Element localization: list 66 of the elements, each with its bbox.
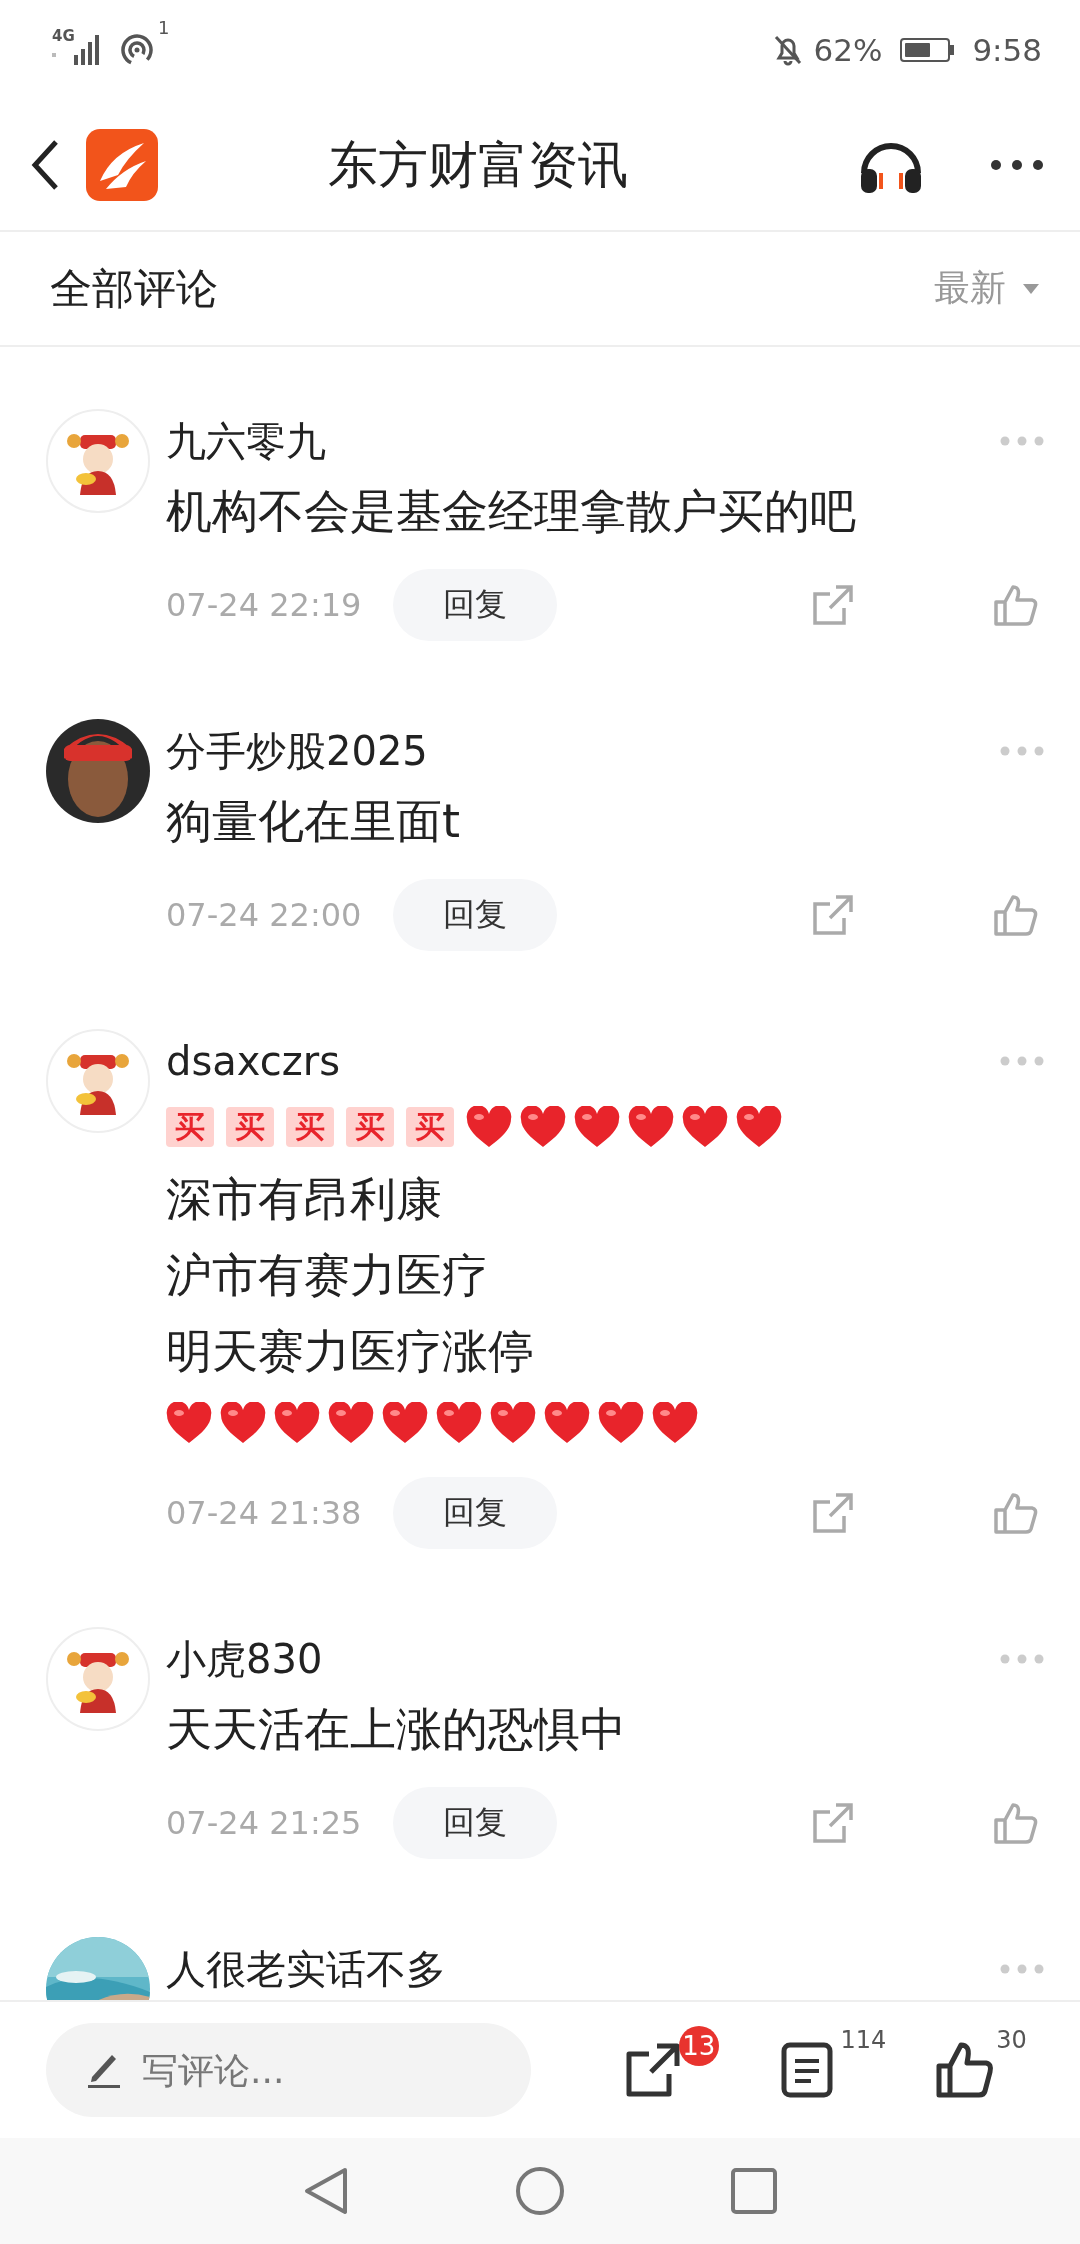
- page-title: 东方财富资讯: [327, 134, 629, 196]
- heart-icon: [382, 1402, 428, 1444]
- thumbs-up-icon[interactable]: [994, 1492, 1038, 1534]
- heart-icon: [436, 1402, 482, 1444]
- heart-icon: [544, 1402, 590, 1444]
- comment-text: 明天赛力医疗涨停: [166, 1323, 535, 1380]
- thumbs-up-icon[interactable]: [936, 2042, 995, 2098]
- reply-button[interactable]: 回复: [393, 569, 558, 641]
- network-type: 4G: [52, 27, 75, 45]
- clock: 9:58: [972, 32, 1042, 68]
- reply-button[interactable]: 回复: [393, 879, 558, 951]
- user-name[interactable]: dsaxczrs: [166, 1038, 340, 1084]
- heart-icon: [520, 1106, 566, 1148]
- heart-icon: [574, 1106, 620, 1148]
- comment-time: 07-24 22:19: [166, 586, 362, 624]
- comment-count: 114: [840, 2026, 887, 2054]
- app-logo-icon: [86, 129, 158, 201]
- comment-input[interactable]: 写评论...: [46, 2023, 531, 2117]
- user-name[interactable]: 小虎830: [166, 1631, 323, 1687]
- sticker: 买: [346, 1107, 394, 1147]
- heart-icon: [166, 1402, 212, 1444]
- heart-icon: [274, 1402, 320, 1444]
- heart-icon: [598, 1402, 644, 1444]
- sticker: 买: [286, 1107, 334, 1147]
- reply-button[interactable]: 回复: [393, 1477, 558, 1549]
- heart-icon: [652, 1402, 698, 1444]
- heart-icon: [466, 1106, 512, 1148]
- caret-icon: [1022, 282, 1040, 295]
- more-icon[interactable]: [990, 159, 1044, 171]
- comment-time: 07-24 22:00: [166, 896, 362, 934]
- heart-icon: [490, 1402, 536, 1444]
- reply-button[interactable]: 回复: [393, 1787, 558, 1859]
- recents-nav-icon[interactable]: [731, 2168, 777, 2214]
- battery-percent: 62%: [813, 32, 883, 68]
- section-title: 全部评论: [50, 262, 218, 315]
- hotspot-icon: [120, 33, 154, 67]
- comment-text: 天天活在上涨的恐惧中: [166, 1701, 627, 1758]
- share-count-badge: 13: [678, 2026, 719, 2066]
- user-name[interactable]: 人很老实话不多: [166, 1941, 446, 1997]
- comment-text: 深市有昂利康: [166, 1171, 443, 1228]
- battery-icon: [900, 38, 955, 62]
- back-icon[interactable]: [30, 139, 60, 191]
- user-name[interactable]: 九六零九: [166, 413, 326, 469]
- comment-text: 沪市有赛力医疗: [166, 1247, 489, 1304]
- heart-icon: [220, 1402, 266, 1444]
- heart-icon: [736, 1106, 782, 1148]
- home-nav-icon[interactable]: [515, 2166, 565, 2216]
- comment-text: 狗量化在里面t: [166, 793, 462, 850]
- heart-icon: [628, 1106, 674, 1148]
- sticker: 买: [406, 1107, 454, 1147]
- comment-text: 机构不会是基金经理拿散户买的吧: [166, 483, 857, 540]
- thumbs-up-icon[interactable]: [994, 1802, 1038, 1844]
- heart-icon: [682, 1106, 728, 1148]
- like-count: 30: [996, 2026, 1027, 2054]
- hotspot-count: 1: [158, 17, 170, 38]
- sticker: 买: [166, 1107, 214, 1147]
- comment-time: 07-24 21:25: [166, 1804, 362, 1842]
- thumbs-up-icon[interactable]: [994, 894, 1038, 936]
- share-icon[interactable]: [624, 2042, 681, 2098]
- thumbs-up-icon[interactable]: [994, 584, 1038, 626]
- comment-time: 07-24 21:38: [166, 1494, 362, 1532]
- back-nav-icon[interactable]: [303, 2166, 349, 2216]
- heart-icon: [328, 1402, 374, 1444]
- sticker: 买: [226, 1107, 274, 1147]
- user-name[interactable]: 分手炒股2025: [166, 723, 428, 779]
- comments-icon[interactable]: [780, 2042, 833, 2098]
